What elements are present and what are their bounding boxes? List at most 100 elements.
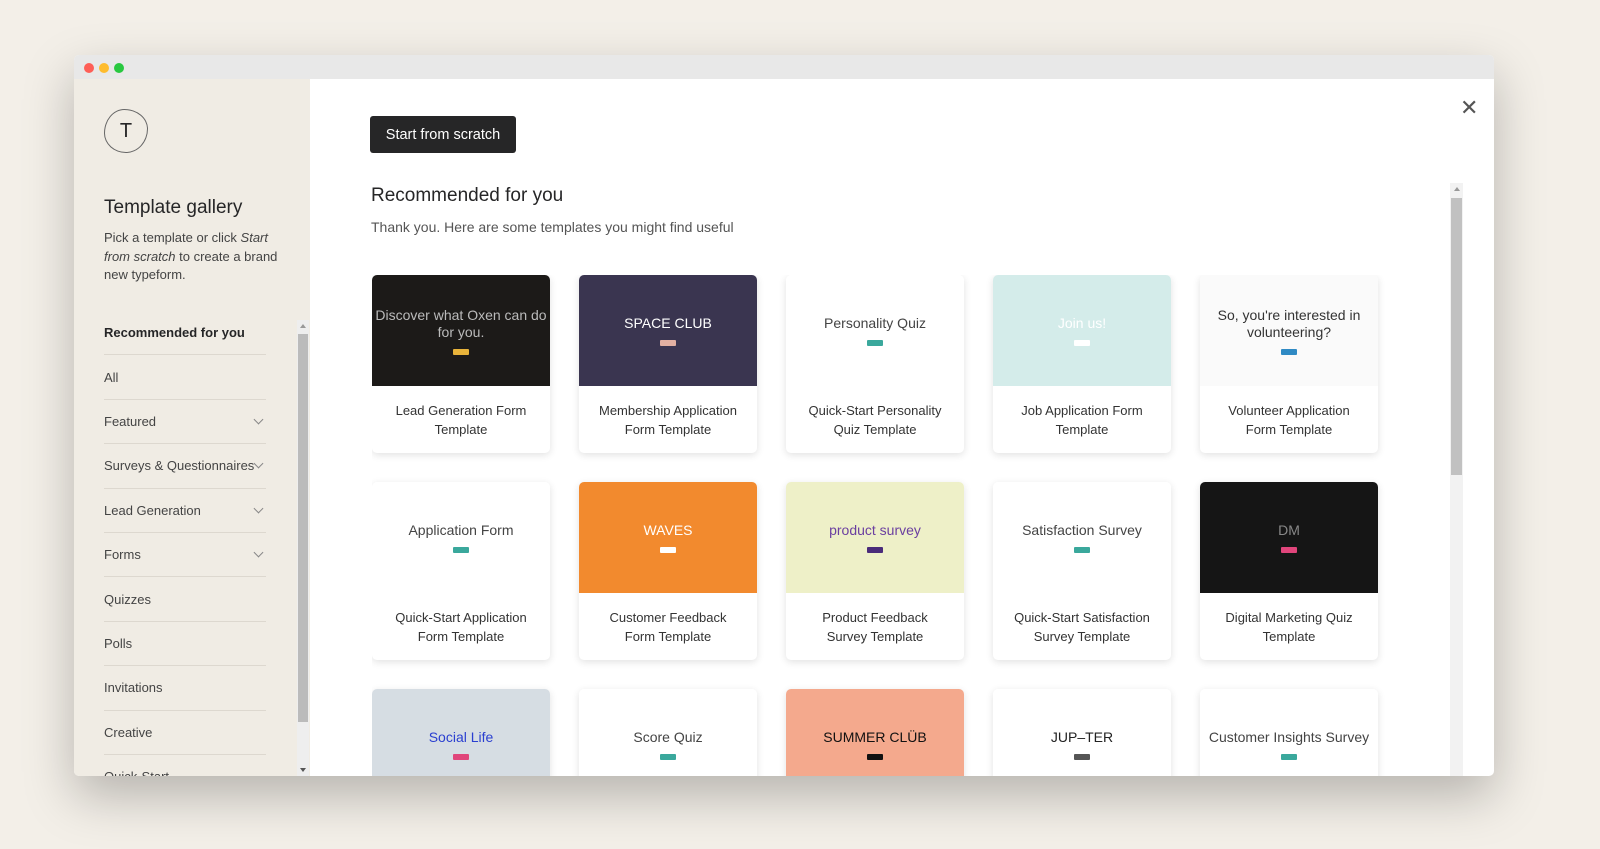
template-card[interactable]: WAVES Customer Feedback Form Template: [579, 482, 757, 660]
template-title: Volunteer Application Form Template: [1228, 402, 1350, 437]
template-thumbnail: Discover what Oxen can do for you.: [372, 275, 550, 386]
chevron-down-icon: [253, 503, 264, 514]
template-title: Quick-Start Personality Quiz Template: [808, 402, 942, 437]
app-window: T Template gallery Pick a template or cl…: [74, 55, 1494, 776]
thumbnail-button: [867, 547, 883, 553]
section-heading: Recommended for you: [371, 185, 564, 206]
sidebar-scroll-thumb[interactable]: [298, 334, 308, 722]
thumbnail-button: [1074, 754, 1090, 760]
template-thumbnail: Score Quiz: [579, 689, 757, 776]
thumbnail-text: WAVES: [643, 522, 693, 538]
thumbnail-button: [660, 754, 676, 760]
thumbnail-text: product survey: [829, 522, 921, 538]
sidebar-item[interactable]: Quizzes: [104, 577, 266, 622]
thumbnail-button: [453, 547, 469, 553]
window-close-button[interactable]: [84, 63, 94, 73]
template-thumbnail: JUP–TER: [993, 689, 1171, 776]
template-card[interactable]: SUMMER CLÜB: [786, 689, 964, 776]
scroll-up-icon[interactable]: [300, 324, 306, 328]
sidebar-item[interactable]: All: [104, 355, 266, 400]
sidebar-item-label: Quizzes: [104, 591, 151, 607]
thumbnail-text: SUMMER CLÜB: [823, 729, 927, 745]
sidebar-item[interactable]: Polls: [104, 622, 266, 667]
sidebar-item-label: Creative: [104, 724, 153, 740]
sidebar-item[interactable]: Creative: [104, 711, 266, 755]
template-title: Quick-Start Application Form Template: [395, 609, 527, 644]
sidebar-item[interactable]: Forms: [104, 533, 266, 578]
sidebar-item[interactable]: Lead Generation: [104, 489, 266, 533]
template-title: Digital Marketing Quiz Template: [1225, 609, 1353, 644]
sidebar-item[interactable]: Invitations: [104, 666, 266, 711]
template-thumbnail: SPACE CLUB: [579, 275, 757, 386]
template-card[interactable]: Personality Quiz Quick-Start Personality…: [786, 275, 964, 453]
template-card[interactable]: Satisfaction Survey Quick-Start Satisfac…: [993, 482, 1171, 660]
template-card[interactable]: Discover what Oxen can do for you. Lead …: [372, 275, 550, 453]
thumbnail-button: [1281, 348, 1297, 355]
template-thumbnail: product survey: [786, 482, 964, 593]
template-card[interactable]: SPACE CLUB Membership Application Form T…: [579, 275, 757, 453]
close-icon[interactable]: ✕: [1460, 95, 1478, 121]
section-subheading: Thank you. Here are some templates you m…: [371, 219, 734, 235]
logo-letter: T: [119, 119, 133, 142]
sidebar: T Template gallery Pick a template or cl…: [74, 79, 310, 776]
template-thumbnail: Application Form: [372, 482, 550, 593]
template-thumbnail: Personality Quiz: [786, 275, 964, 386]
template-card[interactable]: Social Life: [372, 689, 550, 776]
sidebar-item-label: All: [104, 369, 119, 385]
template-title: Product Feedback Survey Template: [822, 609, 928, 644]
sidebar-item-label: Featured: [104, 413, 157, 429]
sidebar-item-label: Recommended for you: [104, 325, 245, 341]
thumbnail-text: DM: [1278, 522, 1300, 538]
thumbnail-text: Score Quiz: [633, 729, 703, 745]
template-card[interactable]: So, you're interested in volunteering? V…: [1200, 275, 1378, 453]
thumbnail-text: Application Form: [408, 522, 514, 538]
sidebar-item-label: Invitations: [104, 680, 163, 696]
sidebar-item[interactable]: Quick-Start: [104, 755, 266, 776]
thumbnail-button: [660, 547, 676, 553]
template-title: Quick-Start Satisfaction Survey Template: [1014, 609, 1150, 644]
sidebar-item-label: Forms: [104, 547, 141, 563]
template-thumbnail: Customer Insights Survey: [1200, 689, 1378, 776]
template-thumbnail: SUMMER CLÜB: [786, 689, 964, 776]
description-text: Pick a template or click: [104, 230, 241, 245]
thumbnail-button: [453, 754, 469, 760]
thumbnail-button: [1281, 754, 1297, 760]
thumbnail-text: Satisfaction Survey: [1022, 522, 1142, 538]
thumbnail-button: [1281, 547, 1297, 553]
template-card[interactable]: Join us! Job Application Form Template: [993, 275, 1171, 453]
sidebar-item[interactable]: Surveys & Questionnaires: [104, 444, 266, 489]
main-scroll-thumb[interactable]: [1451, 198, 1462, 475]
template-thumbnail: Join us!: [993, 275, 1171, 386]
sidebar-title: Template gallery: [104, 197, 243, 218]
template-title: Job Application Form Template: [1021, 402, 1143, 437]
sidebar-item-label: Polls: [104, 635, 133, 651]
thumbnail-button: [867, 340, 883, 346]
template-card[interactable]: Score Quiz: [579, 689, 757, 776]
template-card[interactable]: Customer Insights Survey: [1200, 689, 1378, 776]
sidebar-item[interactable]: Featured: [104, 400, 266, 445]
thumbnail-text: Social Life: [428, 729, 494, 745]
thumbnail-text: SPACE CLUB: [624, 315, 712, 331]
window-minimize-button[interactable]: [99, 63, 109, 73]
start-from-scratch-button[interactable]: Start from scratch: [370, 116, 516, 153]
sidebar-item[interactable]: Recommended for you: [104, 311, 266, 356]
template-thumbnail: Satisfaction Survey: [993, 482, 1171, 593]
window-maximize-button[interactable]: [114, 63, 124, 73]
template-card[interactable]: JUP–TER: [993, 689, 1171, 776]
sidebar-item-label: Surveys & Questionnaires: [104, 458, 255, 474]
thumbnail-button: [867, 754, 883, 760]
scroll-up-icon[interactable]: [1453, 187, 1460, 191]
scroll-down-icon[interactable]: [300, 768, 306, 772]
template-card[interactable]: DM Digital Marketing Quiz Template: [1200, 482, 1378, 660]
sidebar-item-label: Quick-Start: [104, 769, 169, 776]
template-card[interactable]: Application Form Quick-Start Application…: [372, 482, 550, 660]
category-list: Recommended for you All Featured Surveys & …: [104, 311, 266, 776]
template-thumbnail: So, you're interested in volunteering?: [1200, 275, 1378, 386]
logo: T: [104, 109, 148, 153]
chevron-down-icon: [253, 458, 264, 469]
template-card[interactable]: product survey Product Feedback Survey T…: [786, 482, 964, 660]
sidebar-scrollbar[interactable]: [297, 320, 309, 776]
main-scrollbar[interactable]: [1450, 183, 1463, 776]
thumbnail-button: [453, 348, 469, 355]
template-grid: Discover what Oxen can do for you. Lead …: [372, 275, 1448, 776]
